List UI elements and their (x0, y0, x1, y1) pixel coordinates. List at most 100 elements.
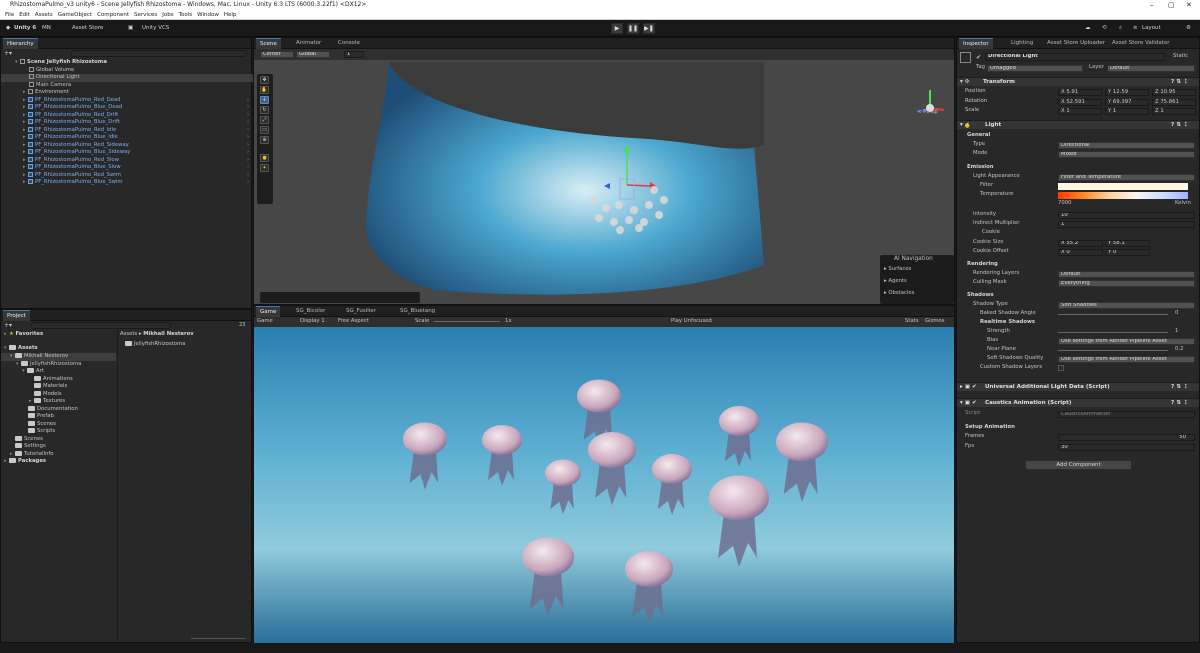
tab-game[interactable]: Game (256, 306, 281, 317)
folder-models[interactable]: Models (34, 390, 62, 399)
menu-help[interactable]: Help (224, 11, 237, 20)
cookie-offset-x[interactable]: X 0 (1058, 249, 1103, 256)
zoom-slider[interactable] (191, 638, 246, 639)
rendering-section[interactable]: Rendering (967, 261, 998, 268)
open-prefab-icon[interactable]: › (247, 179, 249, 187)
folder-jellyfish[interactable]: ▾ JellyfishRhizostoma (16, 360, 81, 369)
tab-inspector[interactable]: Inspector (959, 38, 993, 49)
unity-version-button[interactable]: Unity 6 (14, 23, 36, 34)
shadows-section[interactable]: Shadows (967, 292, 994, 299)
caustics-header[interactable]: ▾ ▣ ✔ Caustics Animation (Script)? ⇅ ⋮ (957, 398, 1199, 407)
step-button[interactable]: ▶❚ (643, 23, 655, 34)
vcs-button[interactable]: Unity VCS (142, 23, 169, 34)
active-checkbox[interactable]: ✔ (976, 54, 981, 61)
near-plane-slider[interactable] (1058, 350, 1168, 351)
hierarchy-item[interactable]: ▸ Environment (23, 89, 69, 97)
folder-mikhail[interactable]: ▾ Mikhail Nesterov (1, 353, 116, 361)
shadow-quality-dropdown[interactable]: Use settings from Render Pipeline Asset (1058, 356, 1195, 363)
urp-light-header[interactable]: ▸ ▣ ✔ Universal Additional Light Data (Sc… (957, 382, 1199, 391)
folder-tutorialinfo[interactable]: ▸ TutorialInfo (10, 450, 54, 459)
tab-sg-fusilier[interactable]: SG_Fusilier (342, 306, 380, 317)
move-tool-icon[interactable]: ✛ (260, 96, 269, 104)
aspect-dropdown[interactable]: Free Aspect (338, 318, 369, 325)
tab-console[interactable]: Console (334, 38, 364, 49)
folder-materials[interactable]: Materials (34, 383, 67, 391)
asset-store-button[interactable]: Asset Store (72, 23, 103, 34)
folder-scripts[interactable]: Scripts (28, 428, 55, 436)
custom-shadow-layers-checkbox[interactable] (1058, 365, 1064, 371)
light-probe-icon[interactable]: ✦ (260, 164, 269, 172)
minimize-icon[interactable]: – (1150, 1, 1154, 9)
space-dropdown[interactable]: Global (296, 51, 330, 58)
folder-packages[interactable]: ▸ Packages (4, 458, 46, 466)
account-button[interactable]: MN (42, 23, 51, 34)
transform-x-field[interactable]: X 52.591 (1058, 98, 1102, 106)
rect-tool-icon[interactable]: ▭ (260, 126, 269, 134)
type-dropdown[interactable]: Directional (1058, 142, 1195, 149)
transform-y-field[interactable]: Y 1 (1105, 108, 1149, 115)
menu-services[interactable]: Services (134, 11, 157, 20)
settings-icon[interactable]: ⚙ (1186, 23, 1191, 34)
favorites-row[interactable]: ▸ ★ Favorites (4, 331, 43, 339)
near-plane-value[interactable]: 0.2 (1175, 346, 1183, 353)
frames-field[interactable]: 50 (1058, 434, 1195, 441)
folder-textures[interactable]: ▸ Textures (29, 398, 65, 406)
open-prefab-icon[interactable]: › (247, 97, 249, 105)
maximize-icon[interactable]: ▢ (1168, 1, 1175, 9)
light-header[interactable]: ▾ ● ✔ Light? ⇅ ⋮ (957, 120, 1199, 129)
folder-item[interactable]: JellyfishRhizostoma (125, 341, 185, 349)
game-mode-dropdown[interactable]: Game (257, 318, 273, 325)
scene-root[interactable]: ▾ Scene Jellyfish Rhizostoma (15, 59, 107, 67)
open-prefab-icon[interactable]: › (247, 142, 249, 150)
transform-tools-icon[interactable]: ✥ (260, 76, 269, 84)
cookie-size-x[interactable]: X 55.2 (1058, 240, 1103, 247)
hierarchy-prefab-item[interactable]: ▸ PF_RhizostomaPulmo_Blue_Slow › (23, 164, 249, 172)
pivot-dropdown[interactable]: Center (260, 51, 294, 58)
hierarchy-prefab-item[interactable]: ▸ PF_RhizostomaPulmo_Red_Sideway › (23, 141, 249, 150)
hierarchy-search-input[interactable] (71, 50, 247, 57)
menu-window[interactable]: Window (197, 11, 219, 20)
hierarchy-prefab-item[interactable]: ▸ PF_RhizostomaPulmo_Red_Drift › (23, 111, 249, 120)
cloud-services-icon[interactable]: ☁ (1085, 23, 1091, 34)
scale-tool-icon[interactable]: ⤢ (260, 116, 269, 124)
tab-sg-bluetang[interactable]: SG_Bluetang (396, 306, 439, 317)
hierarchy-prefab-item[interactable]: ▸ PF_RhizostomaPulmo_Blue_Idle › (23, 134, 249, 142)
folder-scenes[interactable]: Scenes (15, 435, 43, 444)
culling-dropdown[interactable]: Everything (1058, 280, 1195, 287)
folder-documentation[interactable]: Documentation (28, 405, 78, 414)
tab-sg-bicolor[interactable]: SG_Bicolor (292, 306, 329, 317)
history-icon[interactable]: ⟲ (1102, 23, 1107, 34)
hierarchy-prefab-item[interactable]: ▸ PF_RhizostomaPulmo_Blue_Swim › (23, 179, 249, 187)
folder-settings[interactable]: Settings (15, 443, 46, 451)
transform-y-field[interactable]: Y 69.397 (1105, 98, 1149, 106)
appearance-dropdown[interactable]: Filter and Temperature (1058, 174, 1195, 181)
display-dropdown[interactable]: Display 1 (300, 318, 325, 325)
folder-scenes-sub[interactable]: Scenes (28, 420, 56, 429)
scene-viewport[interactable] (254, 60, 956, 305)
menu-file[interactable]: File (5, 11, 14, 20)
tab-project[interactable]: Project (3, 310, 30, 321)
cookie-size-y[interactable]: Y 58.1 (1105, 240, 1150, 247)
hierarchy-prefab-item[interactable]: ▸ PF_RhizostomaPulmo_Blue_Drift › (23, 119, 249, 127)
menu-assets[interactable]: Assets (35, 11, 53, 20)
add-component-button[interactable]: Add Component (1025, 460, 1132, 470)
open-prefab-icon[interactable]: › (247, 172, 249, 180)
play-button[interactable]: ▶ (611, 23, 623, 34)
strength-value[interactable]: 1 (1175, 328, 1178, 335)
open-prefab-icon[interactable]: › (247, 127, 249, 135)
hierarchy-prefab-item[interactable]: ▸ PF_RhizostomaPulmo_Red_Dead › (23, 96, 249, 105)
cloud-icon[interactable]: ▣ (128, 23, 133, 34)
hierarchy-prefab-item[interactable]: ▸ PF_RhizostomaPulmo_Red_Slow › (23, 156, 249, 165)
filter-color-swatch[interactable] (1058, 183, 1188, 190)
menu-jobs[interactable]: Jobs (162, 11, 173, 20)
temperature-value[interactable]: 7000 (1058, 200, 1071, 207)
hierarchy-prefab-item[interactable]: ▸ PF_RhizostomaPulmo_Blue_Sideway › (23, 149, 249, 157)
general-section[interactable]: General (967, 132, 990, 139)
hierarchy-item[interactable]: Global Volume (29, 66, 74, 75)
close-icon[interactable]: ✕ (1186, 1, 1192, 9)
bottom-tools-overlay[interactable] (260, 292, 420, 303)
layers-icon[interactable]: ≋ (1133, 23, 1138, 34)
static-toggle[interactable]: Static (1173, 53, 1188, 60)
tag-dropdown[interactable]: Untagged (987, 65, 1083, 72)
transform-z-field[interactable]: Z 75.861 (1152, 98, 1196, 106)
